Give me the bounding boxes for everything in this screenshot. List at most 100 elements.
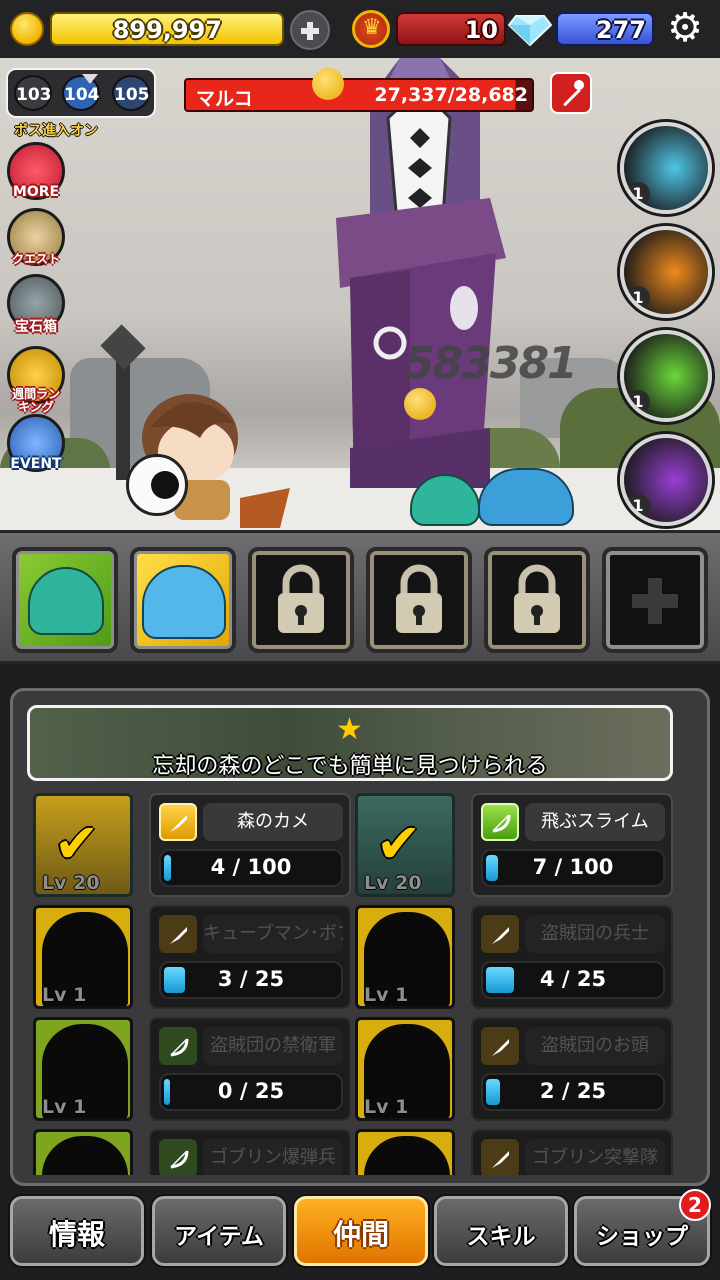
companion-info: 盗賊団の兵士 4 / 25: [471, 905, 673, 1009]
diamond-amount: 277: [595, 16, 646, 44]
companion-list[interactable]: ★ 忘却の森のどこでも簡単に見つけられる ✔ Lv 20 森のカメ 4 / 10…: [25, 701, 695, 1175]
shard-progress-bar: 4 / 25: [481, 961, 665, 999]
tab-label: 情報: [48, 1218, 105, 1251]
tab-label: 仲間: [332, 1218, 389, 1251]
quest-label: クエスト: [11, 252, 60, 266]
gold-coin-drop[interactable]: [404, 388, 436, 420]
skill-level: 1: [626, 286, 650, 310]
companion-silhouette: Lv 1: [355, 1017, 455, 1121]
companion-silhouette: Lv 1: [355, 905, 455, 1009]
eye-pupil: [151, 471, 179, 499]
gem-box-label: 宝石箱: [15, 319, 57, 335]
shard-progress-bar: 0 / 25: [159, 1073, 343, 1111]
companion-name: ゴブリン突撃隊: [525, 1139, 665, 1175]
more-button[interactable]: MORE: [6, 142, 66, 200]
skill-button-2[interactable]: 1: [620, 226, 712, 318]
companion-slot-strip: [0, 530, 720, 664]
checkmark-icon: ✔: [54, 812, 100, 875]
star-icon: ★: [336, 712, 363, 747]
shard-progress-bar: 3 / 25: [159, 961, 343, 999]
skill-level: 1: [626, 182, 650, 206]
eye-creature: [126, 454, 188, 516]
lock-icon: [396, 564, 442, 633]
companion-portrait: ✔ Lv 20: [355, 793, 455, 897]
tab-companions[interactable]: 仲間: [294, 1196, 428, 1266]
forest-turtle-portrait: [28, 567, 104, 635]
companion-card[interactable]: ゴブリン突撃隊: [355, 1129, 673, 1175]
gold-amount: 899,997: [112, 16, 222, 44]
ranking-label: 週間ランキング: [11, 387, 60, 414]
progress-text: 0 / 25: [217, 1079, 285, 1103]
quest-button[interactable]: クエスト: [6, 208, 66, 267]
more-label: MORE: [12, 184, 60, 200]
companion-slot-4-locked[interactable]: [366, 547, 472, 653]
companion-card[interactable]: Lv 1 盗賊団の禁衛軍 0 / 25: [33, 1017, 351, 1121]
sword-class-icon: [159, 803, 197, 841]
diamond-icon: [508, 15, 552, 46]
event-button[interactable]: EVENT: [6, 414, 66, 472]
silhouette-shape: [364, 1136, 450, 1175]
boss-hp-text: 27,337/28,682: [374, 84, 528, 106]
companion-card[interactable]: ✔ Lv 20 森のカメ 4 / 100: [33, 793, 351, 897]
progress-text: 2 / 25: [539, 1079, 607, 1103]
companion-card[interactable]: ゴブリン爆弾兵: [33, 1129, 351, 1175]
skill-button-4[interactable]: 1: [620, 434, 712, 526]
stage-selector[interactable]: 103 104 105: [6, 68, 156, 118]
flying-slime-portrait: [142, 565, 226, 639]
lock-icon: [514, 564, 560, 633]
companion-info: 森のカメ 4 / 100: [149, 793, 351, 897]
bow-class-icon: [159, 1027, 197, 1065]
diamond-counter: 277: [556, 12, 654, 46]
companion-info: 盗賊団の禁衛軍 0 / 25: [149, 1017, 351, 1121]
companion-card[interactable]: ✔ Lv 20 飛ぶスライム 7 / 100: [355, 793, 673, 897]
companion-name: 盗賊団のお頭: [525, 1027, 665, 1065]
tab-items[interactable]: アイテム: [152, 1196, 286, 1266]
boss-entry-toggle[interactable]: ボス進入オン: [14, 120, 98, 140]
tab-shop[interactable]: ショップ 2: [574, 1189, 711, 1266]
progress-text: 3 / 25: [217, 967, 285, 991]
add-companion-slot[interactable]: [602, 547, 708, 653]
tower-boss: [336, 58, 506, 488]
settings-gear-icon[interactable]: ⚙: [662, 8, 708, 50]
companion-name: 飛ぶスライム: [525, 803, 665, 841]
stage-prev[interactable]: 103: [14, 75, 52, 111]
bow-class-icon: [481, 803, 519, 841]
companion-card[interactable]: Lv 1 キューブマン･ボブ 3 / 25: [33, 905, 351, 1009]
stage-marker-icon: [82, 74, 98, 84]
companion-level: Lv 1: [42, 1096, 87, 1118]
companion-level: Lv 1: [364, 1096, 409, 1118]
stage-next[interactable]: 105: [112, 75, 150, 111]
tab-label: アイテム: [174, 1224, 264, 1250]
companion-card[interactable]: Lv 1 盗賊団のお頭 2 / 25: [355, 1017, 673, 1121]
bottom-tab-bar: 情報 アイテム 仲間 スキル ショップ 2: [0, 1189, 720, 1280]
lock-icon: [278, 564, 324, 633]
add-gold-button[interactable]: [290, 10, 330, 50]
companion-name: 森のカメ: [203, 803, 343, 841]
gold-coin-icon: [10, 12, 44, 46]
skill-button-3[interactable]: 1: [620, 330, 712, 422]
weekly-ranking-button[interactable]: 週間ランキング: [6, 346, 66, 414]
gem-box-button[interactable]: 宝石箱: [6, 274, 66, 336]
companion-card[interactable]: Lv 1 盗賊団の兵士 4 / 25: [355, 905, 673, 1009]
companion-portrait: ✔ Lv 20: [33, 793, 133, 897]
banner-text: 忘却の森のどこでも簡単に見つけられる: [152, 754, 548, 779]
companion-name: ゴブリン爆弾兵: [203, 1139, 343, 1175]
companion-slot-5-locked[interactable]: [484, 547, 590, 653]
sword-class-icon: [159, 915, 197, 953]
tab-info[interactable]: 情報: [10, 1196, 144, 1266]
magic-wand-button[interactable]: [550, 72, 592, 114]
silhouette-shape: [42, 1136, 128, 1175]
battle-scene[interactable]: 583381 103 104 105 ボス進入オン マルコ 27,337/28,…: [0, 58, 720, 530]
companion-info: ゴブリン突撃隊: [471, 1129, 673, 1175]
sword-class-icon: [481, 1027, 519, 1065]
sword-class-icon: [481, 1139, 519, 1175]
companion-slot-1[interactable]: [12, 547, 118, 653]
skill-button-1[interactable]: 1: [620, 122, 712, 214]
companion-name: 盗賊団の禁衛軍: [203, 1027, 343, 1065]
companion-slot-3-locked[interactable]: [248, 547, 354, 653]
tab-skills[interactable]: スキル: [434, 1196, 568, 1266]
companion-level: Lv 1: [364, 984, 409, 1006]
companion-slot-2[interactable]: [130, 547, 236, 653]
notification-badge: 2: [679, 1189, 711, 1221]
flying-slime-companion: [478, 468, 574, 526]
